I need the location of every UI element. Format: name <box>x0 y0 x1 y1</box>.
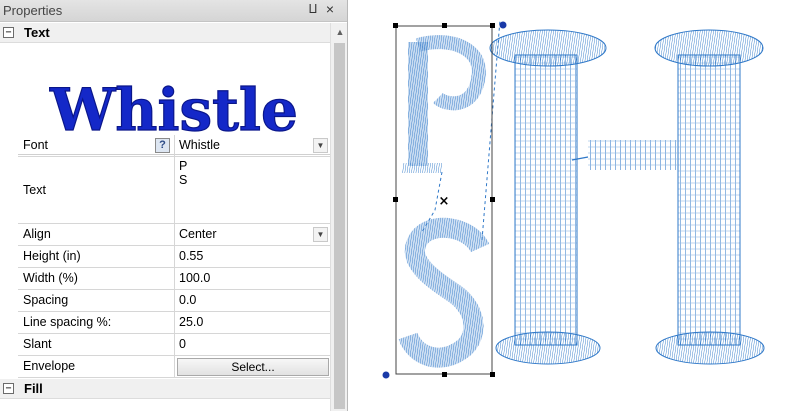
text-line-1: P <box>179 159 188 173</box>
align-label: Align <box>18 224 175 245</box>
line-spacing-label: Line spacing %: <box>18 312 175 333</box>
font-label: Font <box>18 135 175 156</box>
height-value[interactable]: 0.55 <box>179 246 330 267</box>
slant-label: Slant <box>18 334 175 355</box>
panel-titlebar: Properties ⨿ × <box>0 0 347 22</box>
stitch-letter-h[interactable] <box>489 29 765 365</box>
text-line-2: S <box>179 173 188 187</box>
stitch-letter-p[interactable] <box>402 35 486 173</box>
spacing-label: Spacing <box>18 290 175 311</box>
font-dropdown-arrow-icon[interactable]: ▼ <box>313 138 328 153</box>
font-preview-text: Whistle <box>49 76 298 144</box>
spacing-value[interactable]: 0.0 <box>179 290 330 311</box>
row-text[interactable]: Text P S <box>18 157 330 224</box>
panel-title: Properties <box>3 3 63 18</box>
row-line-spacing[interactable]: Line spacing %: 25.0 <box>18 312 330 334</box>
collapse-toggle-icon[interactable]: − <box>3 383 14 394</box>
row-font[interactable]: Font ? Whistle ▼ <box>18 135 330 157</box>
slant-value[interactable]: 0 <box>179 334 330 355</box>
section-fill-label: Fill <box>24 381 43 396</box>
property-grid: − Text Whistle Font ? Whistle ▼ Text P S… <box>0 23 330 411</box>
text-value-area[interactable]: P S <box>179 159 330 225</box>
row-envelope[interactable]: Envelope Select... <box>18 356 330 378</box>
text-label: Text <box>18 157 175 223</box>
align-dropdown-arrow-icon[interactable]: ▼ <box>313 227 328 242</box>
row-height[interactable]: Height (in) 0.55 <box>18 246 330 268</box>
font-value[interactable]: Whistle <box>179 135 330 156</box>
panel-scrollbar[interactable]: ▲ <box>330 23 347 411</box>
width-value[interactable]: 100.0 <box>179 268 330 289</box>
rotate-handle-icon[interactable] <box>499 21 507 29</box>
section-text-label: Text <box>24 25 50 40</box>
row-spacing[interactable]: Spacing 0.0 <box>18 290 330 312</box>
collapse-toggle-icon[interactable]: − <box>3 27 14 38</box>
close-icon[interactable]: × <box>323 1 337 17</box>
line-spacing-value[interactable]: 25.0 <box>179 312 330 333</box>
stitch-letter-s[interactable] <box>398 217 490 368</box>
scroll-thumb[interactable] <box>334 43 345 409</box>
skew-handle-icon[interactable] <box>382 371 390 379</box>
row-align[interactable]: Align Center ▼ <box>18 224 330 246</box>
design-canvas[interactable]: × <box>360 0 800 411</box>
width-label: Width (%) <box>18 268 175 289</box>
height-label: Height (in) <box>18 246 175 267</box>
center-mark-icon[interactable]: × <box>439 194 450 209</box>
envelope-select-button[interactable]: Select... <box>177 358 329 376</box>
align-value[interactable]: Center <box>179 224 330 245</box>
scroll-up-arrow-icon[interactable]: ▲ <box>334 25 346 39</box>
font-help-icon[interactable]: ? <box>155 138 170 153</box>
row-width[interactable]: Width (%) 100.0 <box>18 268 330 290</box>
row-slant[interactable]: Slant 0 <box>18 334 330 356</box>
section-fill[interactable]: − Fill <box>0 379 330 399</box>
envelope-value: Select... <box>177 356 330 377</box>
section-text[interactable]: − Text <box>0 23 330 43</box>
pin-icon[interactable]: ⨿ <box>306 2 320 18</box>
properties-panel: Properties ⨿ × − Text Whistle Font ? Whi… <box>0 0 348 411</box>
envelope-label: Envelope <box>18 356 175 377</box>
